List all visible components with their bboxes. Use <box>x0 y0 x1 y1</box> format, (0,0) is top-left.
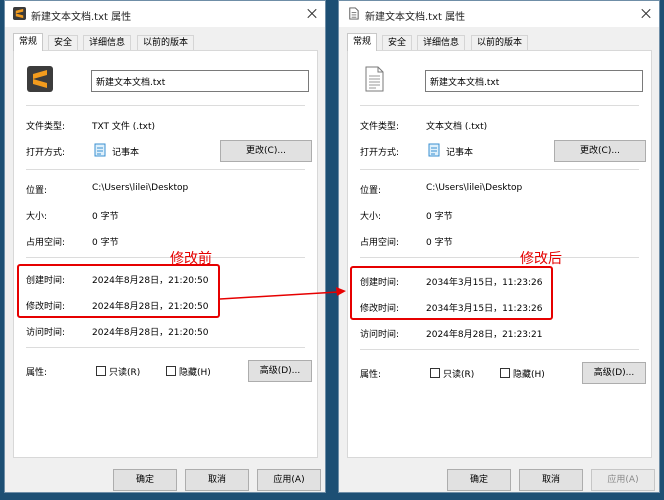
tab-general[interactable]: 常规 <box>347 33 378 51</box>
tab-previous-versions[interactable]: 以前的版本 <box>471 35 529 51</box>
title-bar: 新建文本文档.txt 属性 <box>5 1 325 27</box>
size-value: 0 字节 <box>92 212 119 222</box>
close-button[interactable] <box>633 1 659 27</box>
divider <box>360 349 639 350</box>
accessed-label: 访问时间: <box>26 328 66 338</box>
attributes-label: 属性: <box>26 368 48 378</box>
accessed-value: 2024年8月28日，21:20:50 <box>92 328 209 338</box>
tab-previous-versions[interactable]: 以前的版本 <box>137 35 195 51</box>
divider <box>360 257 639 258</box>
readonly-checkbox[interactable] <box>430 368 440 378</box>
divider <box>360 105 639 106</box>
text-document-icon <box>349 7 359 20</box>
properties-window-after: 新建文本文档.txt 属性 常规 安全 详细信息 以前的版本 文件类型: 文本文… <box>338 0 660 493</box>
sublime-text-icon <box>27 66 53 92</box>
cancel-button[interactable]: 取消 <box>185 469 249 491</box>
file-type-label: 文件类型: <box>360 122 400 132</box>
hidden-label: 隐藏(H) <box>179 368 211 378</box>
file-type-value: 文本文档 (.txt) <box>426 122 488 132</box>
divider <box>26 257 305 258</box>
tab-security[interactable]: 安全 <box>382 35 413 51</box>
size-on-disk-value: 0 字节 <box>92 238 119 248</box>
after-annotation: 修改后 <box>520 251 562 267</box>
hidden-checkbox[interactable] <box>166 366 176 376</box>
location-value: C:\Users\lilei\Desktop <box>426 183 523 193</box>
properties-window-before: 新建文本文档.txt 属性 常规 安全 详细信息 以前的版本 文件类型: TXT… <box>4 0 326 493</box>
general-panel: 文件类型: TXT 文件 (.txt) 打开方式: 记事本 更改(C)... 位… <box>13 50 318 458</box>
tab-details[interactable]: 详细信息 <box>417 35 466 51</box>
readonly-label: 只读(R) <box>109 368 141 378</box>
location-value: C:\Users\lilei\Desktop <box>92 183 189 193</box>
notepad-icon <box>94 143 106 157</box>
close-button[interactable] <box>299 1 325 27</box>
tab-details[interactable]: 详细信息 <box>83 35 132 51</box>
attributes-label: 属性: <box>360 370 382 380</box>
window-title: 新建文本文档.txt 属性 <box>31 12 132 23</box>
size-on-disk-value: 0 字节 <box>426 238 453 248</box>
accessed-value: 2024年8月28日，21:23:21 <box>426 330 543 340</box>
size-on-disk-label: 占用空间: <box>26 238 66 248</box>
file-name-field[interactable] <box>425 70 643 92</box>
tab-security[interactable]: 安全 <box>48 35 79 51</box>
open-with-value: 记事本 <box>446 148 474 158</box>
size-label: 大小: <box>360 212 382 222</box>
location-label: 位置: <box>26 186 48 196</box>
apply-button[interactable]: 应用(A) <box>257 469 321 491</box>
open-with-value: 记事本 <box>112 148 140 158</box>
readonly-label: 只读(R) <box>443 370 475 380</box>
title-bar: 新建文本文档.txt 属性 <box>339 1 659 27</box>
ok-button[interactable]: 确定 <box>447 469 511 491</box>
size-value: 0 字节 <box>426 212 453 222</box>
apply-button[interactable]: 应用(A) <box>591 469 655 491</box>
tab-general[interactable]: 常规 <box>13 33 44 51</box>
divider <box>26 347 305 348</box>
sublime-text-icon <box>13 7 26 20</box>
open-with-label: 打开方式: <box>26 148 66 158</box>
window-title: 新建文本文档.txt 属性 <box>365 12 466 23</box>
cancel-button[interactable]: 取消 <box>519 469 583 491</box>
general-panel: 文件类型: 文本文档 (.txt) 打开方式: 记事本 更改(C)... 位置:… <box>347 50 652 458</box>
hidden-checkbox[interactable] <box>500 368 510 378</box>
text-document-icon <box>365 66 384 92</box>
divider <box>26 105 305 106</box>
size-on-disk-label: 占用空间: <box>360 238 400 248</box>
divider <box>360 169 639 170</box>
change-button[interactable]: 更改(C)... <box>220 140 312 162</box>
readonly-checkbox[interactable] <box>96 366 106 376</box>
divider <box>26 169 305 170</box>
notepad-icon <box>428 143 440 157</box>
accessed-label: 访问时间: <box>360 330 400 340</box>
before-annotation: 修改前 <box>170 251 212 267</box>
hidden-label: 隐藏(H) <box>513 370 545 380</box>
file-type-label: 文件类型: <box>26 122 66 132</box>
size-label: 大小: <box>26 212 48 222</box>
file-name-field[interactable] <box>91 70 309 92</box>
advanced-button[interactable]: 高级(D)... <box>248 360 312 382</box>
file-type-value: TXT 文件 (.txt) <box>92 122 155 132</box>
after-highlight-box <box>350 266 553 320</box>
before-highlight-box <box>17 264 220 318</box>
ok-button[interactable]: 确定 <box>113 469 177 491</box>
advanced-button[interactable]: 高级(D)... <box>582 362 646 384</box>
change-button[interactable]: 更改(C)... <box>554 140 646 162</box>
location-label: 位置: <box>360 186 382 196</box>
open-with-label: 打开方式: <box>360 148 400 158</box>
